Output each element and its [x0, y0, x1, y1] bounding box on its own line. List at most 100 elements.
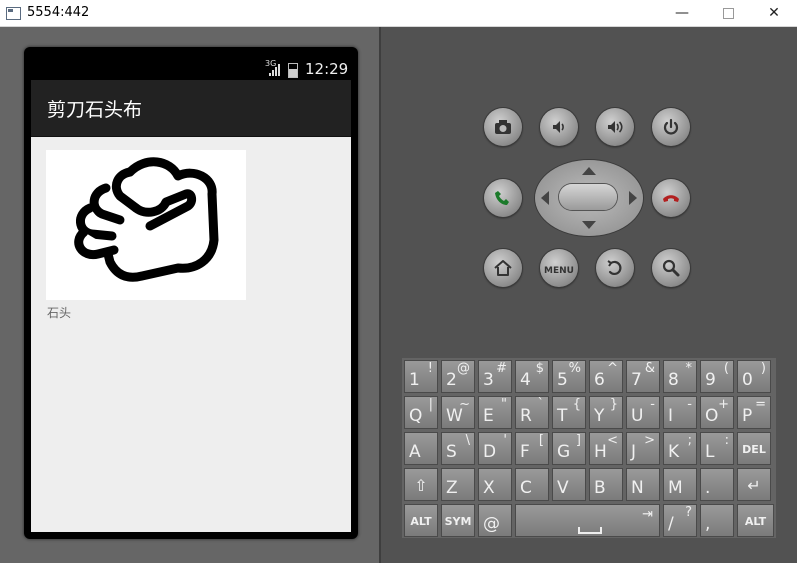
key-0-4[interactable]: 5%: [552, 360, 586, 393]
action-bar: 剪刀石头布: [31, 80, 351, 137]
key-2-8[interactable]: L:: [700, 432, 734, 465]
key-0-5[interactable]: 6 ^: [589, 360, 623, 393]
volume-down-button[interactable]: [540, 108, 578, 146]
search-icon: [662, 259, 680, 277]
dpad-left-icon[interactable]: [541, 191, 549, 205]
key-1-5[interactable]: Y}: [589, 396, 623, 429]
menu-button[interactable]: MENU: [540, 249, 578, 287]
dpad-center-button[interactable]: [559, 184, 617, 210]
key-label: J: [631, 442, 637, 462]
key-3-8[interactable]: .: [700, 468, 734, 501]
key-1-0[interactable]: Q |: [404, 396, 438, 429]
key-2-9[interactable]: DEL: [737, 432, 771, 465]
key-3-3[interactable]: C: [515, 468, 549, 501]
key-0-3[interactable]: 4 $: [515, 360, 549, 393]
key-alt-label: ): [760, 361, 766, 376]
space-key[interactable]: ⇥: [515, 504, 660, 537]
dpad-right-icon[interactable]: [629, 191, 637, 205]
dpad-up-icon[interactable]: [582, 167, 596, 175]
power-button[interactable]: [652, 108, 690, 146]
key-label: A: [409, 442, 421, 462]
alt-right-key[interactable]: ALT: [737, 504, 774, 537]
key-3-1[interactable]: Z: [441, 468, 475, 501]
key-label: N: [631, 478, 644, 498]
search-button[interactable]: [652, 249, 690, 287]
maximize-icon: [722, 7, 734, 19]
back-button[interactable]: [596, 249, 634, 287]
key-label: ALT: [744, 515, 767, 528]
at-key[interactable]: @: [478, 504, 512, 537]
key-0-0[interactable]: 1!: [404, 360, 438, 393]
home-button[interactable]: [484, 249, 522, 287]
slash-key[interactable]: /?: [663, 504, 697, 537]
key-1-4[interactable]: T{: [552, 396, 586, 429]
key-label: Z: [446, 478, 458, 498]
key-1-7[interactable]: I-: [663, 396, 697, 429]
alt-left-key[interactable]: ALT: [404, 504, 438, 537]
key-1-1[interactable]: W ~: [441, 396, 475, 429]
space-bar-icon: [578, 527, 602, 534]
key-3-4[interactable]: V: [552, 468, 586, 501]
key-label: P: [742, 406, 753, 426]
key-0-6[interactable]: 7 &: [626, 360, 660, 393]
key-label: 3: [483, 370, 494, 390]
key-3-6[interactable]: N: [626, 468, 660, 501]
key-2-6[interactable]: J >: [626, 432, 660, 465]
key-label: 7: [631, 370, 642, 390]
key-1-9[interactable]: P =: [737, 396, 771, 429]
key-3-7[interactable]: M: [663, 468, 697, 501]
end-call-icon: [663, 195, 679, 202]
key-0-7[interactable]: 8 *: [663, 360, 697, 393]
key-2-0[interactable]: A: [404, 432, 438, 465]
key-2-1[interactable]: S \: [441, 432, 475, 465]
key-0-2[interactable]: 3 #: [478, 360, 512, 393]
volume-up-button[interactable]: [596, 108, 634, 146]
key-label: ⇧: [414, 476, 428, 495]
key-2-3[interactable]: F[: [515, 432, 549, 465]
key-alt-label: \: [465, 433, 470, 448]
key-0-8[interactable]: 9(: [700, 360, 734, 393]
key-2-7[interactable]: K;: [663, 432, 697, 465]
minimize-button[interactable]: —: [659, 0, 705, 26]
key-1-8[interactable]: O +: [700, 396, 734, 429]
key-3-9[interactable]: ↵: [737, 468, 771, 501]
end-call-button[interactable]: [652, 179, 690, 217]
key-0-9[interactable]: 0): [737, 360, 771, 393]
camera-button[interactable]: [484, 108, 522, 146]
key-3-0[interactable]: ⇧: [404, 468, 438, 501]
key-label: 4: [520, 370, 531, 390]
key-1-2[interactable]: E ": [478, 396, 512, 429]
dpad-down-icon[interactable]: [582, 221, 596, 229]
key-1-3[interactable]: R `: [515, 396, 549, 429]
key-alt-label: ;: [687, 433, 692, 448]
key-label: 9: [705, 370, 716, 390]
key-3-5[interactable]: B: [589, 468, 623, 501]
battery-icon: [288, 63, 298, 78]
back-icon: [607, 260, 622, 275]
maximize-button[interactable]: [705, 0, 751, 26]
key-0-1[interactable]: 2 @: [441, 360, 475, 393]
image-caption: 石头: [47, 306, 72, 320]
key-alt-label: |: [428, 397, 433, 412]
comma-key[interactable]: ,: [700, 504, 734, 537]
dpad[interactable]: [535, 160, 643, 236]
key-2-2[interactable]: D ': [478, 432, 512, 465]
key-alt-label: =: [755, 397, 766, 412]
app-title: 剪刀石头布: [47, 99, 143, 121]
key-label: X: [483, 478, 495, 498]
key-alt-label: *: [685, 361, 693, 376]
key-alt-label: $: [535, 361, 544, 376]
call-button[interactable]: [484, 179, 522, 217]
key-1-6[interactable]: U-: [626, 396, 660, 429]
hand-image[interactable]: [46, 150, 246, 300]
device-screen[interactable]: 3G 12:29 剪刀石头布 石头: [31, 58, 351, 532]
key-label: 1: [409, 370, 420, 390]
key-2-5[interactable]: H <: [589, 432, 623, 465]
key-label: B: [594, 478, 606, 498]
key-2-4[interactable]: G]: [552, 432, 586, 465]
sym-key[interactable]: SYM: [441, 504, 475, 537]
close-button[interactable]: ✕: [751, 0, 797, 26]
key-alt-label: ^: [607, 361, 618, 376]
key-label: .: [705, 478, 711, 498]
key-3-2[interactable]: X: [478, 468, 512, 501]
